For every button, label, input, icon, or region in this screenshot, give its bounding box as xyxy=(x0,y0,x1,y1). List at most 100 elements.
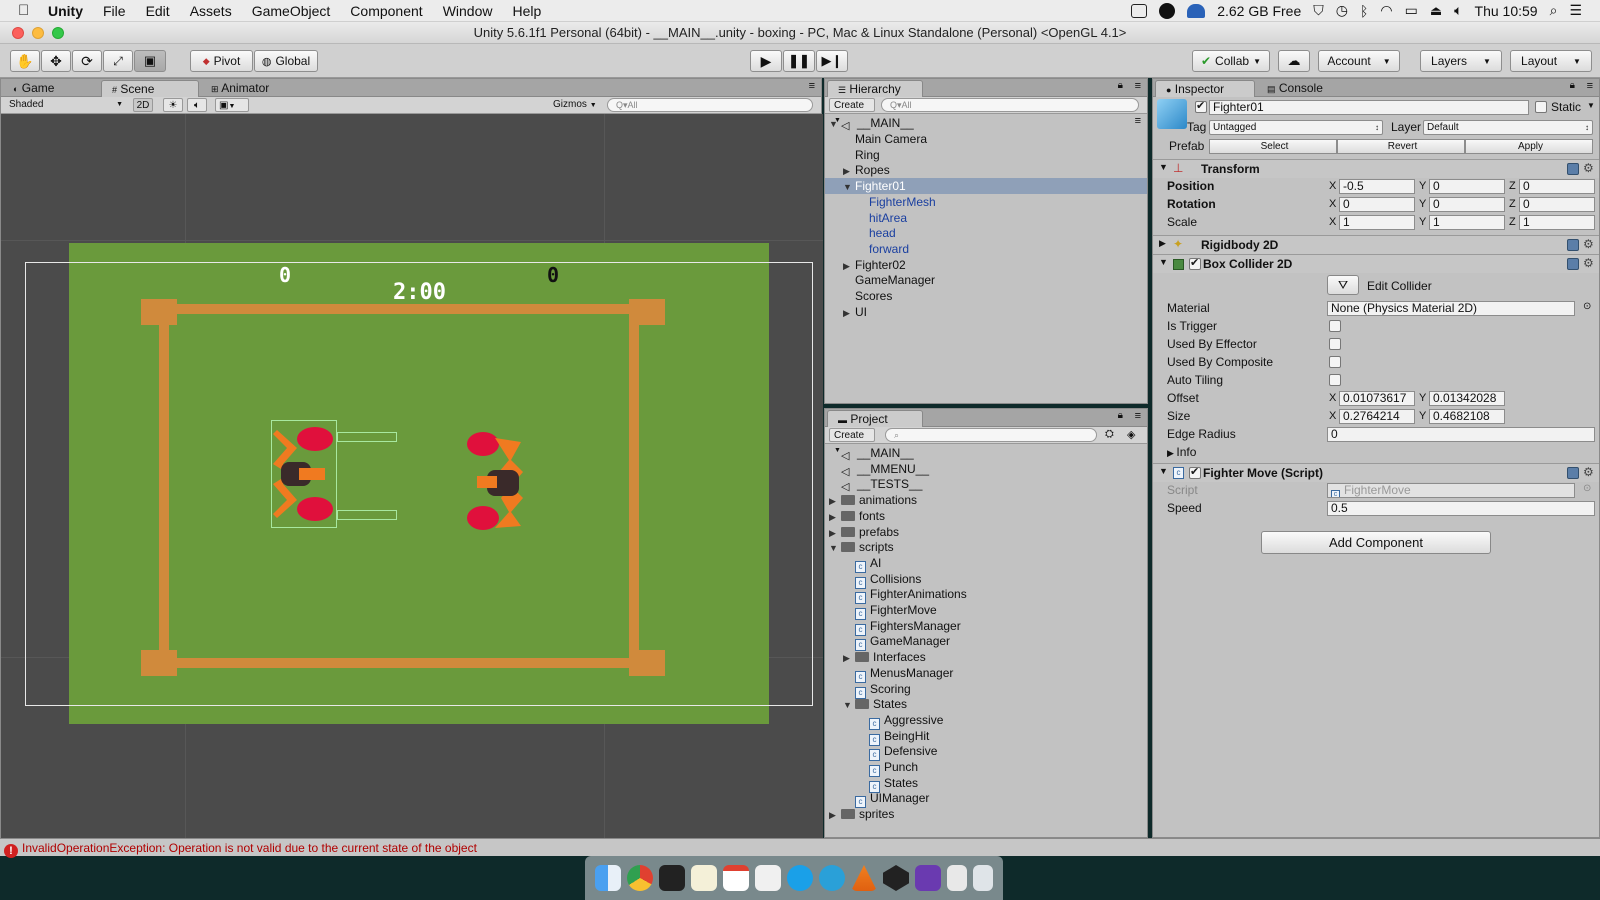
chevron-down-icon[interactable]: ▼ xyxy=(829,540,841,556)
volume-icon[interactable]: 🔈︎ xyxy=(1454,2,1462,19)
tab-scene[interactable]: # Scene xyxy=(101,80,199,97)
lock-icon[interactable]: 🔒︎ xyxy=(1118,80,1123,91)
info-foldout[interactable]: ▶ Info xyxy=(1167,445,1196,459)
auto-tiling-checkbox[interactable] xyxy=(1329,374,1341,386)
project-item[interactable]: c Aggressive xyxy=(857,712,943,730)
position-y-field[interactable]: 0 xyxy=(1429,179,1505,194)
project-search-input[interactable]: ⌕ xyxy=(885,428,1097,442)
chevron-right-icon[interactable]: ▶ xyxy=(843,650,855,666)
spotlight-icon[interactable]: ⌕ xyxy=(1550,2,1558,19)
used-by-effector-checkbox[interactable] xyxy=(1329,338,1341,350)
size-y-field[interactable]: 0.4682108 xyxy=(1429,409,1505,424)
help-book-icon[interactable] xyxy=(1567,467,1579,479)
global-toggle[interactable]: ◍ Global xyxy=(254,50,318,72)
menu-edit[interactable]: Edit xyxy=(146,3,170,19)
gear-icon[interactable]: ⚙ xyxy=(1583,161,1594,175)
hierarchy-item[interactable]: forward xyxy=(857,241,909,257)
speed-field[interactable]: 0.5 xyxy=(1327,501,1595,516)
chevron-down-icon[interactable]: ▼ xyxy=(1587,101,1595,110)
gear-icon[interactable]: ⚙ xyxy=(1583,256,1594,270)
menu-unity[interactable]: Unity xyxy=(48,3,83,19)
tab-hierarchy[interactable]: ☰ Hierarchy xyxy=(827,80,923,97)
hierarchy-item[interactable]: Ring xyxy=(843,147,880,163)
calendar-icon[interactable] xyxy=(723,865,749,891)
chrome-icon[interactable] xyxy=(627,865,653,891)
position-x-field[interactable]: -0.5 xyxy=(1339,179,1415,194)
help-book-icon[interactable] xyxy=(1567,163,1579,175)
edge-radius-field[interactable]: 0 xyxy=(1327,427,1595,442)
hierarchy-item[interactable]: FighterMesh xyxy=(857,194,936,210)
object-name-field[interactable]: Fighter01 xyxy=(1209,100,1529,115)
offset-y-field[interactable]: 0.01342028 xyxy=(1429,391,1505,406)
project-item[interactable]: c UIManager xyxy=(843,790,929,809)
eject-icon[interactable]: ⏏ xyxy=(1430,3,1442,19)
tab-console[interactable]: ▤ Console xyxy=(1257,80,1333,97)
hierarchy-create-dropdown[interactable]: Create ▼ xyxy=(829,98,875,124)
project-item[interactable]: c AI xyxy=(843,555,881,573)
trash-icon[interactable] xyxy=(973,865,993,891)
documents-icon[interactable] xyxy=(947,865,967,891)
chevron-right-icon[interactable]: ▶ xyxy=(829,509,841,525)
terminal-icon[interactable] xyxy=(659,865,685,891)
project-item[interactable]: ▶ sprites xyxy=(829,806,894,822)
offset-x-field[interactable]: 0.01073617 xyxy=(1339,391,1415,406)
clock[interactable]: Thu 10:59 xyxy=(1475,3,1538,19)
fighter02-sprite[interactable] xyxy=(465,426,535,538)
object-picker-icon[interactable]: ⊙ xyxy=(1583,301,1591,312)
layer-dropdown[interactable]: Default ↕ xyxy=(1423,120,1593,135)
unity-icon[interactable] xyxy=(883,865,909,891)
project-item[interactable]: c BeingHit xyxy=(857,728,929,746)
account-dropdown[interactable]: Account ▼ xyxy=(1318,50,1400,72)
visual-studio-icon[interactable] xyxy=(915,865,941,891)
lock-icon[interactable]: 🔒︎ xyxy=(1118,410,1123,421)
cloud-button[interactable]: ☁ xyxy=(1278,50,1310,72)
rigidbody2d-header[interactable]: ▶ ✦ Rigidbody 2D ⚙ xyxy=(1153,235,1599,254)
bluetooth-icon[interactable]: ᛒ xyxy=(1360,3,1368,19)
chevron-right-icon[interactable]: ▶ xyxy=(829,807,841,823)
fighter01-sprite[interactable] xyxy=(269,418,349,530)
collab-dropdown[interactable]: ✔ Collab ▼ xyxy=(1192,50,1270,72)
vlc-icon[interactable] xyxy=(851,865,877,891)
telegram-icon[interactable] xyxy=(819,865,845,891)
size-x-field[interactable]: 0.2764214 xyxy=(1339,409,1415,424)
scale-y-field[interactable]: 1 xyxy=(1429,215,1505,230)
play-button[interactable]: ▶ xyxy=(750,50,782,72)
lock-icon[interactable]: 🔒︎ xyxy=(1570,80,1575,91)
project-item[interactable]: c Punch xyxy=(857,759,918,777)
scene-root[interactable]: ▼ ◁ __MAIN__ xyxy=(829,115,914,132)
material-field[interactable]: None (Physics Material 2D) xyxy=(1327,301,1575,316)
hierarchy-item[interactable]: ▶ UI xyxy=(843,304,867,320)
menu-window[interactable]: Window xyxy=(443,3,493,19)
help-book-icon[interactable] xyxy=(1567,239,1579,251)
shield-icon[interactable]: ⛉ xyxy=(1313,2,1324,19)
edit-collider-button[interactable]: ⛛ xyxy=(1327,275,1359,295)
minimize-window-icon[interactable] xyxy=(32,27,44,39)
panel-menu-icon[interactable]: ≡ xyxy=(1135,410,1141,422)
console-status-bar[interactable]: ! InvalidOperationException: Operation is… xyxy=(0,838,1600,858)
project-item[interactable]: ▼ scripts xyxy=(829,539,894,555)
project-item[interactable]: ◁ __MMENU__ xyxy=(829,461,929,478)
chevron-right-icon[interactable]: ▶ xyxy=(829,493,841,509)
skype-icon[interactable] xyxy=(787,865,813,891)
chevron-right-icon[interactable]: ▶ xyxy=(843,258,855,274)
project-item[interactable]: ▶ Interfaces xyxy=(843,649,926,665)
project-item[interactable]: ▶ prefabs xyxy=(829,524,899,540)
pause-button[interactable]: ❚❚ xyxy=(783,50,815,72)
scene-menu-icon[interactable]: ≡ xyxy=(1135,115,1141,127)
project-item[interactable]: c States xyxy=(857,775,918,793)
hierarchy-item[interactable]: ▶ Ropes xyxy=(843,162,890,178)
step-button[interactable]: ▶❙ xyxy=(816,50,848,72)
used-by-composite-checkbox[interactable] xyxy=(1329,356,1341,368)
transform-header[interactable]: ▼ ⊥ Transform ⚙ xyxy=(1153,159,1599,178)
lighting-toggle[interactable]: ☀ xyxy=(163,98,183,112)
project-item[interactable]: c FighterMove xyxy=(843,602,937,620)
project-item[interactable]: c FightersManager xyxy=(843,618,961,636)
rotation-y-field[interactable]: 0 xyxy=(1429,197,1505,212)
project-item[interactable]: ▼ States xyxy=(843,696,907,712)
wifi-icon[interactable]: ◠ xyxy=(1380,2,1392,19)
rect-tool-button[interactable]: ▣ xyxy=(134,50,166,72)
hierarchy-search-input[interactable]: Q▾All xyxy=(881,98,1139,112)
apple-icon[interactable]:  xyxy=(18,2,38,19)
time-machine-icon[interactable]: ◷ xyxy=(1336,2,1348,19)
effects-dropdown[interactable]: ▣▼ xyxy=(215,98,249,112)
